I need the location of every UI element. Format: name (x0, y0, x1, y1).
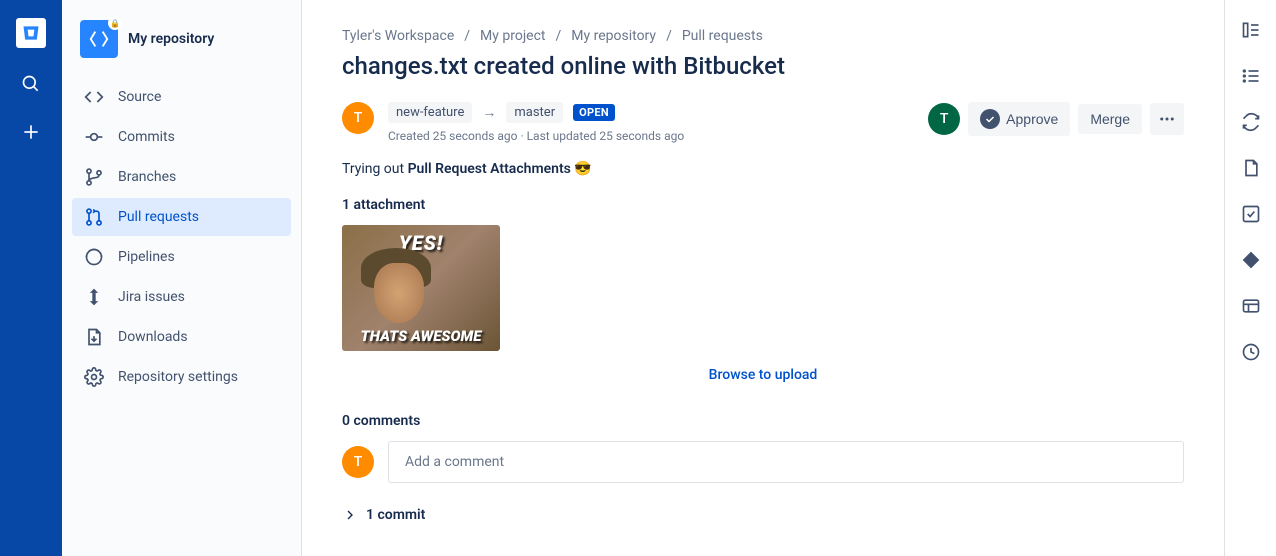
desc-emoji: 😎 (574, 161, 591, 177)
breadcrumb-item[interactable]: My project (480, 28, 545, 44)
browse-upload-link[interactable]: Browse to upload (709, 367, 818, 383)
thumb-text-bottom: THATS AWESOME (350, 327, 492, 345)
nav-pipelines[interactable]: Pipelines (72, 238, 291, 276)
nav-branches[interactable]: Branches (72, 158, 291, 196)
breadcrumb-sep: / (666, 28, 672, 44)
layout-icon[interactable] (1241, 296, 1261, 316)
nav-settings[interactable]: Repository settings (72, 358, 291, 396)
file-icon[interactable] (1241, 158, 1261, 178)
merge-button[interactable]: Merge (1078, 104, 1142, 134)
sidebar-header[interactable]: 🔒 My repository (72, 20, 291, 78)
nav-commits[interactable]: Commits (72, 118, 291, 156)
breadcrumb-sep: / (464, 28, 470, 44)
merge-label: Merge (1090, 111, 1130, 127)
chevron-right-icon[interactable] (342, 507, 358, 523)
lock-icon: 🔒 (108, 16, 122, 30)
breadcrumb-item[interactable]: My repository (571, 28, 656, 44)
checklist-icon[interactable] (1241, 204, 1261, 224)
nav-pull-requests[interactable]: Pull requests (72, 198, 291, 236)
nav-label: Repository settings (118, 369, 238, 385)
nav-label: Downloads (118, 329, 188, 345)
pr-description: Trying out Pull Request Attachments 😎 (342, 161, 1184, 177)
page-title: changes.txt created online with Bitbucke… (342, 52, 1184, 80)
source-branch[interactable]: new-feature (388, 102, 472, 123)
timestamps: Created 25 seconds ago · Last updated 25… (388, 129, 684, 143)
attachment-thumbnail[interactable]: YES! THATS AWESOME (342, 225, 500, 351)
breadcrumb-item[interactable]: Tyler's Workspace (342, 28, 454, 44)
nav-downloads[interactable]: Downloads (72, 318, 291, 356)
check-icon (980, 109, 1000, 129)
diamond-icon[interactable] (1241, 250, 1261, 270)
approve-label: Approve (1006, 111, 1058, 127)
nav-label: Jira issues (118, 289, 185, 305)
panel-icon[interactable] (1241, 20, 1261, 40)
comment-input[interactable]: Add a comment (388, 441, 1184, 483)
nav-label: Pull requests (118, 209, 199, 225)
create-icon[interactable] (19, 120, 43, 144)
approve-button[interactable]: Approve (968, 102, 1070, 136)
nav-label: Commits (118, 129, 175, 145)
list-icon[interactable] (1241, 66, 1261, 86)
status-badge: OPEN (573, 104, 615, 121)
sync-icon[interactable] (1241, 112, 1261, 132)
breadcrumb: Tyler's Workspace / My project / My repo… (342, 28, 1184, 44)
repo-title: My repository (128, 31, 214, 47)
breadcrumb-sep: / (556, 28, 562, 44)
nav-label: Branches (118, 169, 176, 185)
breadcrumb-item[interactable]: Pull requests (682, 28, 763, 44)
arrow-icon: → (482, 104, 496, 121)
search-icon[interactable] (19, 72, 43, 96)
target-branch[interactable]: master (506, 102, 563, 123)
nav-source[interactable]: Source (72, 78, 291, 116)
desc-bold: Pull Request Attachments (408, 161, 575, 177)
attachments-title: 1 attachment (342, 197, 1184, 213)
thumb-text-top: YES! (350, 231, 492, 255)
bitbucket-logo[interactable] (16, 18, 46, 48)
nav-jira[interactable]: Jira issues (72, 278, 291, 316)
repo-avatar: 🔒 (80, 20, 118, 58)
commits-title: 1 commit (366, 507, 425, 523)
reviewer-avatar[interactable]: T (928, 103, 960, 135)
clock-icon[interactable] (1241, 342, 1261, 362)
nav-label: Pipelines (118, 249, 175, 265)
commenter-avatar[interactable]: T (342, 446, 374, 478)
more-button[interactable] (1150, 103, 1184, 135)
desc-prefix: Trying out (342, 161, 408, 177)
nav-label: Source (118, 89, 161, 105)
comments-title: 0 comments (342, 413, 1184, 429)
author-avatar[interactable]: T (342, 102, 374, 134)
